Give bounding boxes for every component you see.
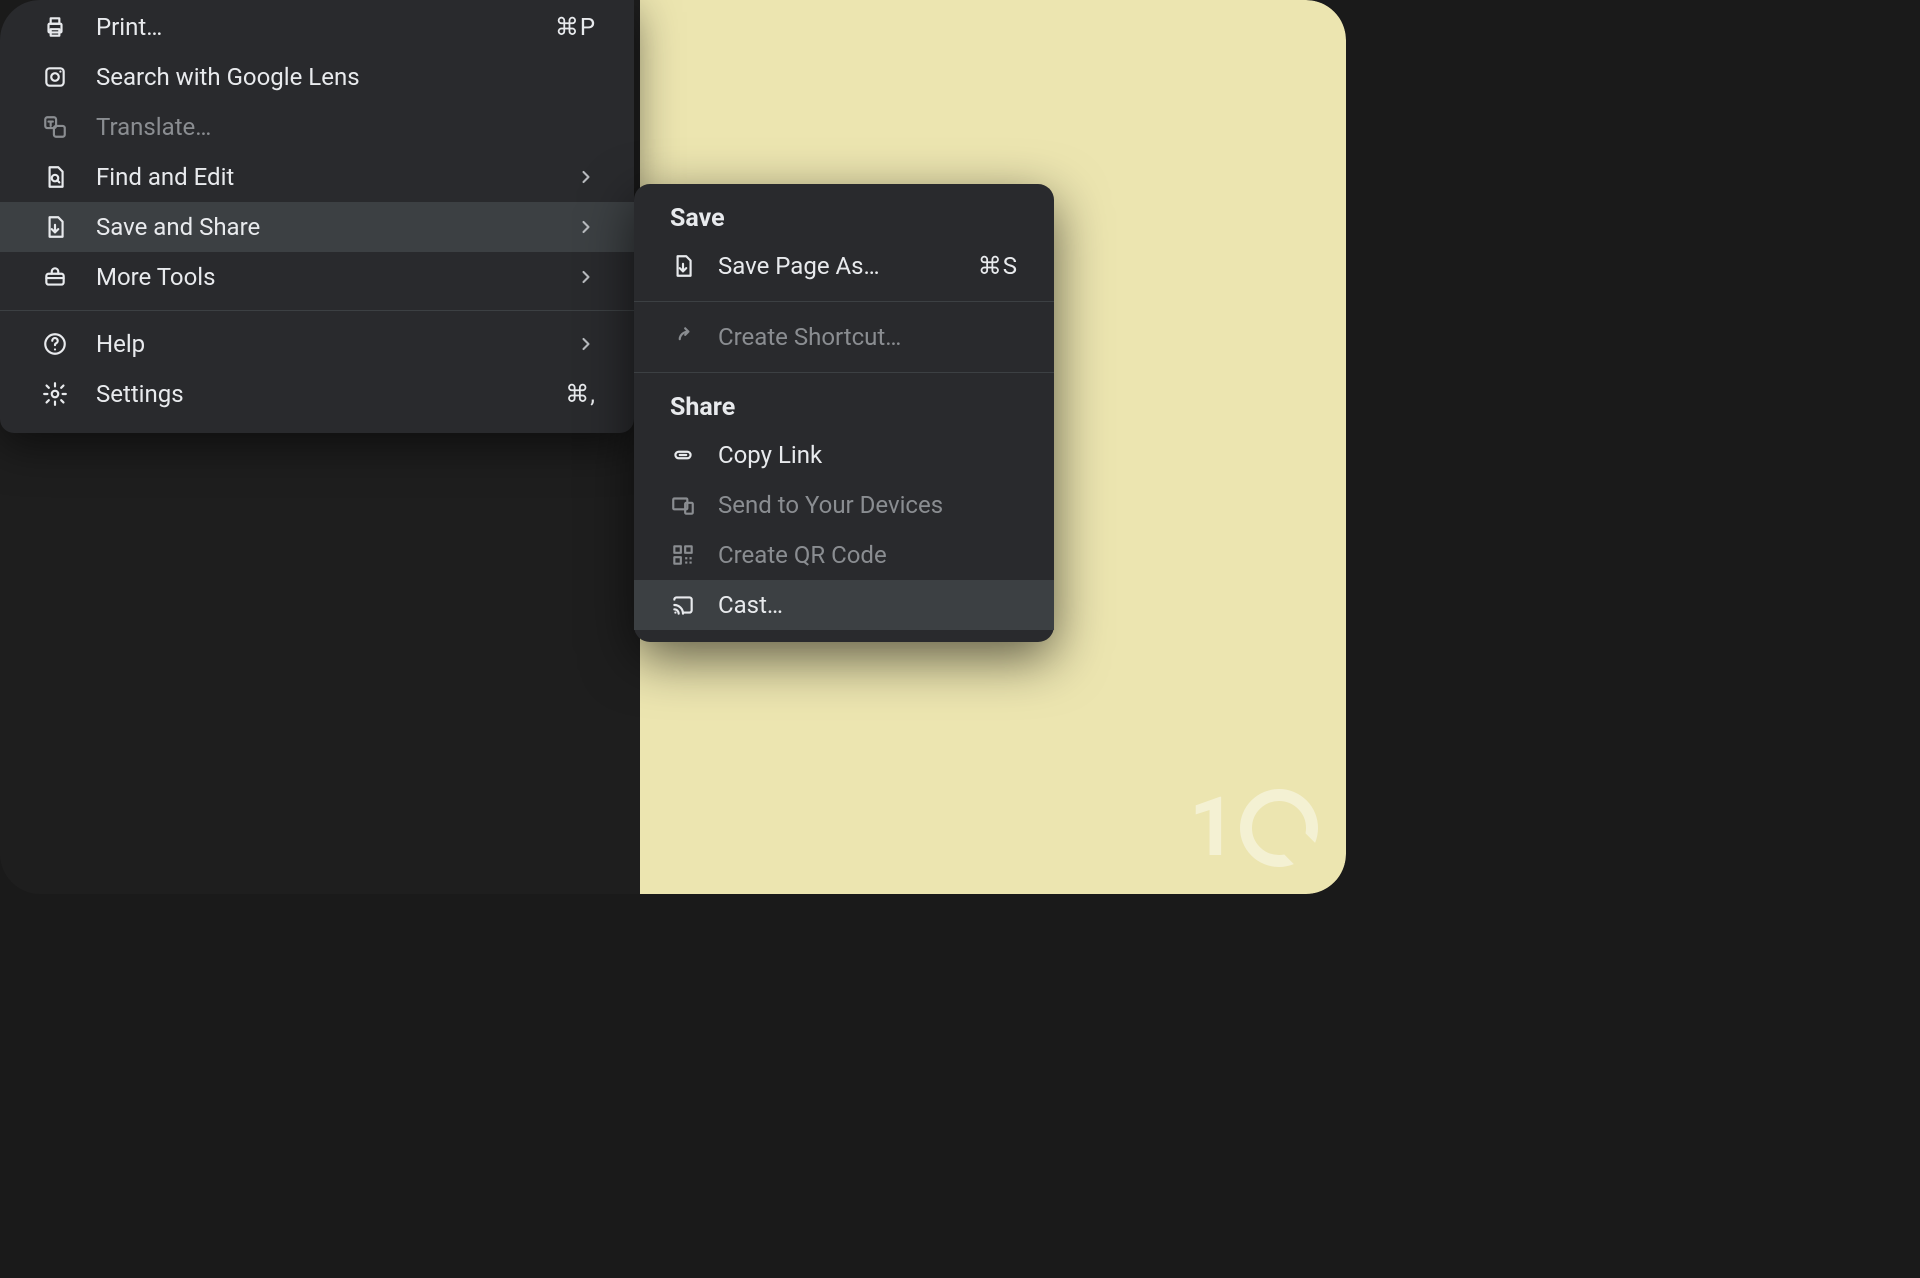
submenu-item-create-shortcut: Create Shortcut… xyxy=(634,312,1054,362)
submenu-header-share: Share xyxy=(634,383,1054,430)
save-icon xyxy=(42,214,96,240)
devices-icon xyxy=(670,492,718,518)
watermark-logo: 1 xyxy=(1189,780,1318,876)
submenu-item-label: Create Shortcut… xyxy=(718,323,1018,351)
toolbox-icon xyxy=(42,264,96,290)
menu-item-save-and-share[interactable]: Save and Share xyxy=(0,202,634,252)
submenu-item-label: Cast… xyxy=(718,591,1018,619)
chevron-right-icon xyxy=(576,167,596,187)
submenu-item-label: Create QR Code xyxy=(718,541,1018,569)
save-icon xyxy=(670,253,718,279)
menu-item-label: Save and Share xyxy=(96,213,576,241)
help-icon xyxy=(42,331,96,357)
submenu-item-label: Send to Your Devices xyxy=(718,491,1018,519)
chevron-right-icon xyxy=(576,267,596,287)
menu-item-label: Find and Edit xyxy=(96,163,576,191)
shortcut-icon xyxy=(670,324,718,350)
chevron-right-icon xyxy=(576,334,596,354)
qr-icon xyxy=(670,542,718,568)
menu-item-print[interactable]: Print…⌘P xyxy=(0,2,634,52)
submenu-item-save-page-as[interactable]: Save Page As…⌘S xyxy=(634,241,1054,291)
submenu-separator xyxy=(634,301,1054,302)
menu-shortcut: ⌘, xyxy=(565,380,596,408)
menu-item-label: Translate… xyxy=(96,113,596,141)
main-context-menu: Print…⌘P Search with Google Lens Translate… xyxy=(0,0,634,433)
find-icon xyxy=(42,164,96,190)
watermark-text: 1 xyxy=(1189,780,1236,876)
submenu-item-cast[interactable]: Cast… xyxy=(634,580,1054,630)
menu-shortcut: ⌘P xyxy=(555,13,596,41)
submenu-item-label: Save Page As… xyxy=(718,252,978,280)
menu-item-find-and-edit[interactable]: Find and Edit xyxy=(0,152,634,202)
app-canvas: Print…⌘P Search with Google Lens Translate… xyxy=(0,0,1346,894)
menu-item-translate: Translate… xyxy=(0,102,634,152)
translate-icon xyxy=(42,114,96,140)
menu-item-label: Help xyxy=(96,330,576,358)
submenu-header-save: Save xyxy=(634,194,1054,241)
menu-item-search-with-google-lens[interactable]: Search with Google Lens xyxy=(0,52,634,102)
menu-separator xyxy=(0,310,634,311)
submenu-section-separator xyxy=(634,372,1054,373)
submenu-item-copy-link[interactable]: Copy Link xyxy=(634,430,1054,480)
menu-item-settings[interactable]: Settings⌘, xyxy=(0,369,634,419)
submenu-item-send-to-your-devices: Send to Your Devices xyxy=(634,480,1054,530)
menu-item-help[interactable]: Help xyxy=(0,319,634,369)
submenu-shortcut: ⌘S xyxy=(978,252,1018,280)
menu-item-label: More Tools xyxy=(96,263,576,291)
menu-item-label: Search with Google Lens xyxy=(96,63,596,91)
menu-item-more-tools[interactable]: More Tools xyxy=(0,252,634,302)
save-share-submenu: SaveSave Page As…⌘SCreate Shortcut…Share… xyxy=(634,184,1054,642)
submenu-item-label: Copy Link xyxy=(718,441,1018,469)
submenu-item-create-qr-code: Create QR Code xyxy=(634,530,1054,580)
chevron-right-icon xyxy=(576,217,596,237)
cast-icon xyxy=(670,592,718,618)
settings-icon xyxy=(42,381,96,407)
link-icon xyxy=(670,442,718,468)
print-icon xyxy=(42,14,96,40)
menu-item-label: Print… xyxy=(96,13,555,41)
menu-item-label: Settings xyxy=(96,380,565,408)
lens-icon xyxy=(42,64,96,90)
watermark-ring-icon xyxy=(1240,789,1318,867)
